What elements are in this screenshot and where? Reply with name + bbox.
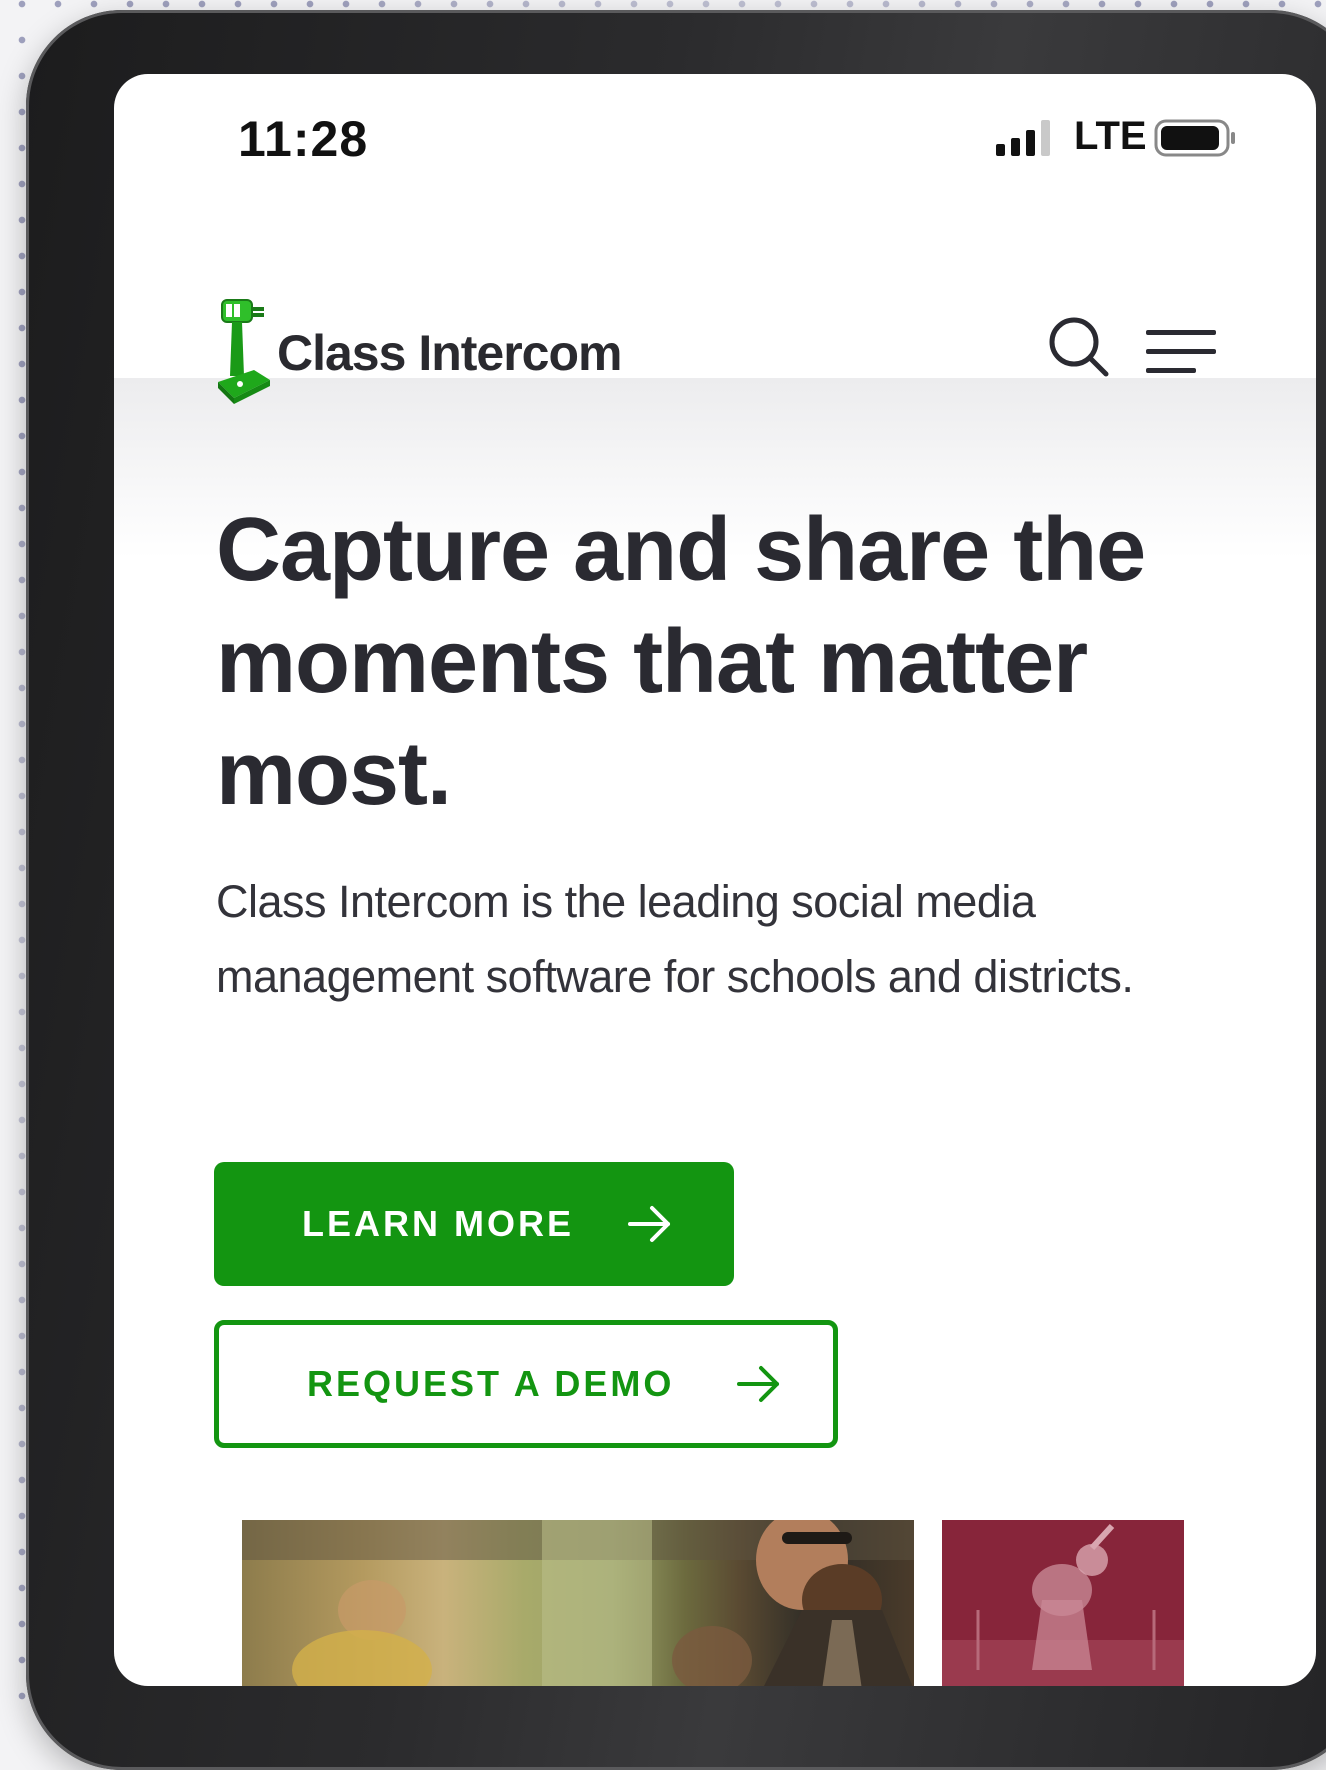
search-icon[interactable] xyxy=(1044,312,1114,382)
learn-more-button[interactable]: LEARN MORE xyxy=(214,1162,734,1286)
hero-description: Class Intercom is the leading social med… xyxy=(216,876,1134,1002)
arrow-right-icon xyxy=(737,1366,779,1402)
arrow-right-icon xyxy=(628,1206,670,1242)
learn-more-label: LEARN MORE xyxy=(302,1203,574,1244)
hamburger-menu-icon[interactable] xyxy=(1144,326,1218,378)
device-screen: 11:28 LTE Class Intercom Capture and sha… xyxy=(114,74,1316,1686)
football-players-photo xyxy=(942,1520,1184,1686)
battery-icon xyxy=(1154,119,1235,157)
signal-icon xyxy=(996,120,1050,156)
request-demo-label: REQUEST A DEMO xyxy=(307,1363,675,1404)
status-time: 11:28 xyxy=(238,111,369,167)
network-label: LTE xyxy=(1074,114,1147,158)
football-scene-illustration xyxy=(942,1523,1184,1686)
classroom-scene-illustration xyxy=(242,1520,914,1686)
classroom-teacher-photo xyxy=(242,1520,914,1686)
intercom-microphone-logo[interactable] xyxy=(214,298,276,404)
request-demo-button[interactable]: REQUEST A DEMO xyxy=(214,1320,838,1448)
hero-title: Capture and share the moments that matte… xyxy=(216,500,1146,824)
brand-name[interactable]: Class Intercom xyxy=(277,324,622,382)
tablet-frame: 11:28 LTE Class Intercom Capture and sha… xyxy=(26,10,1326,1770)
status-bar: 11:28 LTE xyxy=(114,74,1316,204)
